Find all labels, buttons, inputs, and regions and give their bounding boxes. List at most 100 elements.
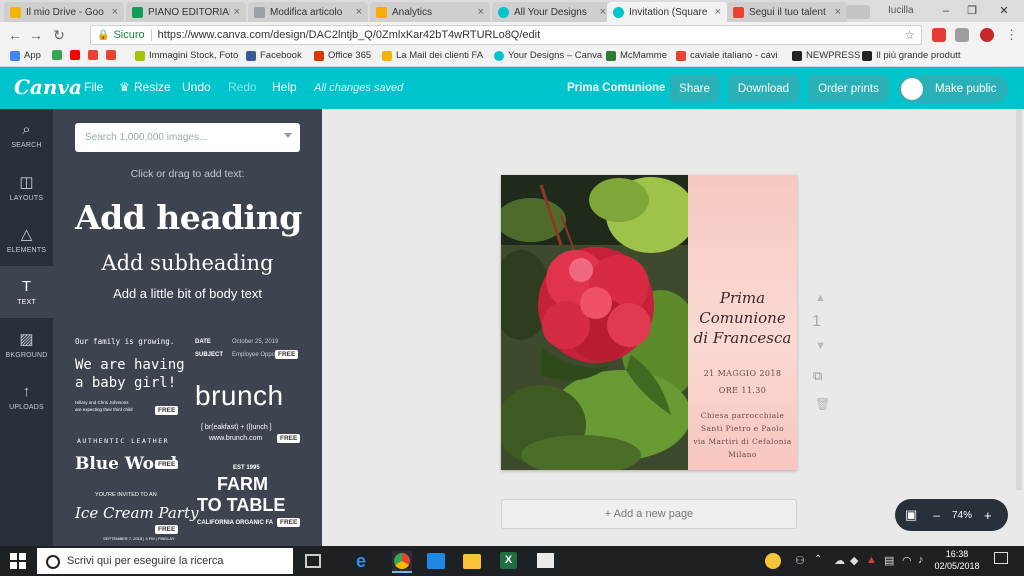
zoom-in-button[interactable]: + [984,508,992,523]
share-button[interactable]: Share [670,75,719,102]
close-icon[interactable]: × [112,6,118,18]
browser-tab-gmail[interactable]: Segui il tuo talent × [727,2,847,22]
extension-g-icon[interactable] [955,28,969,42]
edge-icon[interactable]: e [356,551,376,571]
move-page-down-icon[interactable]: ▼ [815,340,826,352]
dropbox-icon[interactable]: ◆ [850,554,858,567]
reload-icon[interactable]: ↻ [50,26,68,44]
menu-file[interactable]: File [84,80,103,94]
tray-arrow-icon[interactable]: ⌃ [814,554,822,565]
close-icon[interactable]: × [478,6,484,18]
close-icon[interactable]: × [835,6,841,18]
file-explorer-icon[interactable] [463,554,481,569]
delete-page-icon[interactable]: 🗑 [815,397,830,411]
close-icon[interactable]: × [356,6,362,18]
browser-tab-piano[interactable]: PIANO EDITORIAL × [126,2,246,22]
browser-tab-drive[interactable]: Il mio Drive - Goo × [4,2,124,22]
rail-item-elements[interactable]: △ ELEMENTS [0,214,53,266]
network-icon[interactable]: ▤ [884,554,894,567]
bookmark-immagini[interactable]: Immagini Stock, Foto [135,50,238,61]
taskbar-search-input[interactable]: Scrivi qui per eseguire la ricerca [37,548,293,574]
menu-resize[interactable]: Resize [134,80,171,94]
close-icon[interactable]: × [715,6,721,18]
invitation-time[interactable]: ORE 11.30 [688,386,797,395]
back-arrow-icon[interactable]: ← [6,26,24,44]
volume-icon[interactable]: ♪ [918,554,924,566]
taskbar-clock[interactable]: 16:38 02/05/2018 [934,548,980,572]
extension-shield-icon[interactable] [932,28,946,42]
bookmark-icon-3[interactable] [88,50,102,60]
order-prints-button[interactable]: Order prints [808,75,889,102]
invitation-place-2[interactable]: Santi Pietro e Paolo [688,424,797,433]
store-icon[interactable] [427,553,445,569]
bookmark-icon-2[interactable] [70,50,84,60]
zoom-level[interactable]: 74% [952,510,972,521]
bookmark-your-designs[interactable]: Your Designs – Canva [494,50,602,61]
invitation-place-3[interactable]: via Martiri di Cefalonia [688,437,797,446]
excel-icon[interactable]: X [500,552,517,569]
browser-tab-analytics[interactable]: Analytics × [370,2,490,22]
rail-item-layouts[interactable]: ◫ LAYOUTS [0,162,53,214]
url-input[interactable]: 🔒 Sicuro https://www.canva.com/design/DA… [90,25,922,45]
image-search-input[interactable]: Search 1,000,000 images... [75,123,300,152]
menu-redo[interactable]: Redo [228,80,257,94]
bookmark-facebook[interactable]: Facebook [246,50,302,61]
maximize-button[interactable]: ❐ [960,2,984,20]
canva-logo[interactable]: Canva [14,75,82,99]
browser-tab-all-designs[interactable]: All Your Designs × [492,2,612,22]
template-baby-girl[interactable]: Our family is growing. We are having a b… [75,337,185,417]
task-view-icon[interactable] [305,554,321,568]
download-button[interactable]: Download [728,75,799,102]
windows-start-icon[interactable] [10,553,26,569]
design-page[interactable]: Prima Comunione di Francesca 21 MAGGIO 2… [501,175,797,470]
template-date-memo[interactable]: DATE October 25, 2019 SUBJECT Employee O… [195,337,299,361]
bookmark-mcmamme[interactable]: McMamme [606,50,667,61]
photos-icon[interactable] [537,553,554,568]
close-window-button[interactable]: ✕ [992,2,1016,20]
new-tab-button[interactable] [846,5,870,19]
add-page-button[interactable]: + Add a new page [501,499,797,529]
template-blue-wood[interactable]: AUTHENTIC LEATHER Blue Wood FREE [75,437,185,475]
rail-item-search[interactable]: ⌕ SEARCH [0,109,53,161]
invitation-title[interactable]: Prima Comunione di Francesca [688,288,797,348]
bookmark-star-icon[interactable]: ☆ [904,28,915,42]
workspace-scrollbar[interactable] [1016,110,1022,490]
rail-item-uploads[interactable]: ↑ UPLOADS [0,371,53,423]
bookmark-produtt[interactable]: Il più grande produtt [862,50,961,61]
cloud-icon[interactable]: ☁ [834,554,845,567]
bookmark-office[interactable]: Office 365 [314,50,371,61]
forward-arrow-icon[interactable]: → [27,26,45,44]
add-heading-button[interactable]: Add heading [75,198,302,237]
bookmark-icon-1[interactable] [52,50,66,60]
add-body-text-button[interactable]: Add a little bit of body text [75,286,300,301]
chrome-taskbar-button[interactable] [392,551,412,573]
invitation-date[interactable]: 21 MAGGIO 2018 [688,369,797,378]
menu-kebab-icon[interactable]: ⋮ [1005,27,1018,43]
rail-item-text[interactable]: T TEXT [0,266,53,318]
bookmark-newpress[interactable]: NEWPRESS [792,50,860,61]
browser-tab-invitation[interactable]: Invitation (Square × [607,2,727,22]
close-icon[interactable]: × [600,6,606,18]
menu-help[interactable]: Help [272,80,297,94]
bookmark-caviale[interactable]: caviale italiano - cavi [676,50,778,61]
bookmark-mail-clienti[interactable]: La Mail dei clienti FA [382,50,483,61]
rail-item-background[interactable]: ▨ BKGROUND [0,319,53,371]
people-icon[interactable]: ⚇ [795,554,805,567]
toggle-knob[interactable] [901,78,923,100]
bookmark-icon-4[interactable] [106,50,120,60]
add-subheading-button[interactable]: Add subheading [75,251,300,275]
wifi-icon[interactable]: ◠ [902,554,912,567]
dropdown-caret-icon[interactable] [284,133,292,138]
make-public-toggle[interactable]: Make public [898,75,1008,103]
invitation-place-4[interactable]: Milano [688,450,797,459]
acrobat-icon[interactable]: ▲ [866,554,877,566]
help-icon[interactable] [765,553,781,569]
present-icon[interactable]: ▣ [905,507,917,523]
close-icon[interactable]: × [234,6,240,18]
notifications-icon[interactable] [994,552,1008,564]
profile-name[interactable]: Iucilla [888,5,914,16]
camellia-photo[interactable] [501,175,688,470]
menu-undo[interactable]: Undo [182,80,211,94]
template-ice-cream-party[interactable]: YOU'RE INVITED TO AN Ice Cream Party FRE… [75,492,198,546]
browser-tab-modifica[interactable]: Modifica articolo × [248,2,368,22]
